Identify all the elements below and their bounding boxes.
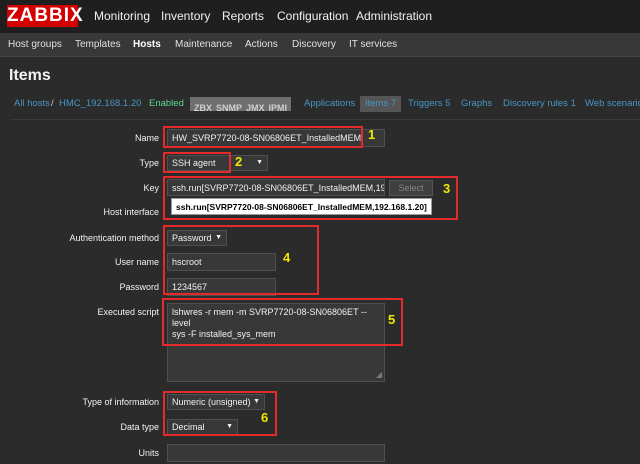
resize-handle-icon[interactable]: ◢ [376,369,382,380]
tag-zbx: ZBX [194,103,212,113]
chevron-down-icon: ▼ [256,159,263,166]
host-breadcrumb: All hosts / HMC_192.168.1.20 Enabled ZBX… [0,92,640,116]
tab-items[interactable]: Items 7 [360,96,402,112]
tab-applications[interactable]: Applications [304,92,355,116]
tag-snmp: SNMP [216,103,243,113]
subnav-actions[interactable]: Actions [245,33,278,57]
annotation-box-name [163,126,363,148]
subnav-it-services[interactable]: IT services [349,33,397,57]
availability-tags: ZBX SNMP JMX IPMI [190,97,292,113]
tag-ipmi: IPMI [268,103,288,113]
link-all-hosts[interactable]: All hosts [14,92,50,116]
nav-reports[interactable]: Reports [222,0,264,33]
host-interface-label: Host interface [103,207,159,217]
tag-jmx: JMX [246,103,265,113]
annotation-box-info [163,391,277,436]
subnav-host-groups[interactable]: Host groups [8,33,62,57]
annotation-box-type [163,152,231,173]
executed-script-label: Executed script [97,307,159,317]
subnav-hosts[interactable]: Hosts [133,33,161,57]
sub-navigation-bar: Host groups Templates Hosts Maintenance … [0,33,640,57]
name-label: Name [134,133,159,143]
zabbix-logo[interactable]: ZABBIX [7,5,83,27]
top-navigation-bar: ZABBIX Monitoring Inventory Reports Conf… [0,0,640,33]
data-type-label: Data type [120,422,159,432]
nav-monitoring[interactable]: Monitoring [94,0,150,33]
annotation-box-auth [163,225,319,295]
username-label: User name [114,257,159,267]
annotation-number-1: 1 [368,127,376,142]
tab-graphs[interactable]: Graphs [461,92,492,116]
tab-discovery-rules[interactable]: Discovery rules 1 [503,92,576,116]
subnav-discovery[interactable]: Discovery [292,33,336,57]
nav-administration[interactable]: Administration [356,0,432,33]
nav-configuration[interactable]: Configuration [277,0,348,33]
breadcrumb-separator: / [51,98,54,109]
annotation-number-5: 5 [388,312,396,327]
annotation-number-3: 3 [443,181,451,196]
auth-method-label: Authentication method [69,233,159,243]
annotation-box-script [162,298,403,346]
subnav-maintenance[interactable]: Maintenance [175,33,232,57]
type-of-information-label: Type of information [82,397,159,407]
tab-web-scenarios[interactable]: Web scenarios [585,92,640,116]
annotation-number-4: 4 [283,250,291,265]
password-label: Password [119,282,159,292]
nav-inventory[interactable]: Inventory [161,0,210,33]
tab-triggers[interactable]: Triggers 5 [408,92,450,116]
page-title: Items [9,67,51,84]
annotation-number-6: 6 [261,410,269,425]
item-form-panel [10,119,640,464]
type-label: Type [139,158,159,168]
units-label: Units [138,448,159,458]
subnav-templates[interactable]: Templates [75,33,121,57]
key-label: Key [143,183,159,193]
link-host[interactable]: HMC_192.168.1.20 [59,92,141,116]
annotation-box-key [163,176,458,220]
units-input[interactable] [167,444,385,462]
host-status-enabled[interactable]: Enabled [149,92,184,116]
annotation-number-2: 2 [235,154,243,169]
